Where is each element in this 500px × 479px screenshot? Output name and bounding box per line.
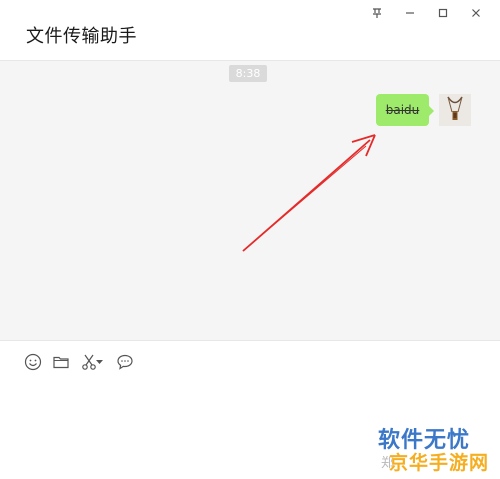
- chat-history-button[interactable]: [114, 351, 136, 373]
- title-bar: 文件传输助手: [0, 0, 500, 61]
- pin-button[interactable]: [360, 2, 393, 24]
- close-icon: [471, 9, 480, 17]
- message-list: 8:38 baidu: [0, 61, 500, 340]
- timestamp: 8:38: [229, 65, 267, 82]
- minimize-icon: [405, 12, 414, 14]
- emoji-icon: [24, 353, 42, 371]
- folder-icon: [53, 356, 69, 369]
- message-bubble[interactable]: baidu: [376, 94, 434, 126]
- avatar[interactable]: [439, 94, 471, 126]
- input-toolbar: [22, 351, 142, 373]
- message-text: baidu: [385, 103, 420, 117]
- chevron-down-icon: [96, 359, 103, 364]
- minimize-button[interactable]: [393, 2, 426, 24]
- maximize-button[interactable]: [426, 2, 459, 24]
- pin-icon: [372, 8, 381, 18]
- maximize-icon: [438, 8, 447, 18]
- close-button[interactable]: [459, 2, 492, 24]
- watermark-site-text: 京华手游网: [389, 452, 490, 474]
- chat-title: 文件传输助手: [26, 26, 137, 47]
- screenshot-options-dropdown[interactable]: [96, 351, 104, 373]
- emoji-button[interactable]: [22, 351, 44, 373]
- chat-history-icon: [117, 354, 133, 370]
- avatar-image: [439, 94, 471, 126]
- window-controls: [360, 2, 492, 24]
- send-file-button[interactable]: [50, 351, 72, 373]
